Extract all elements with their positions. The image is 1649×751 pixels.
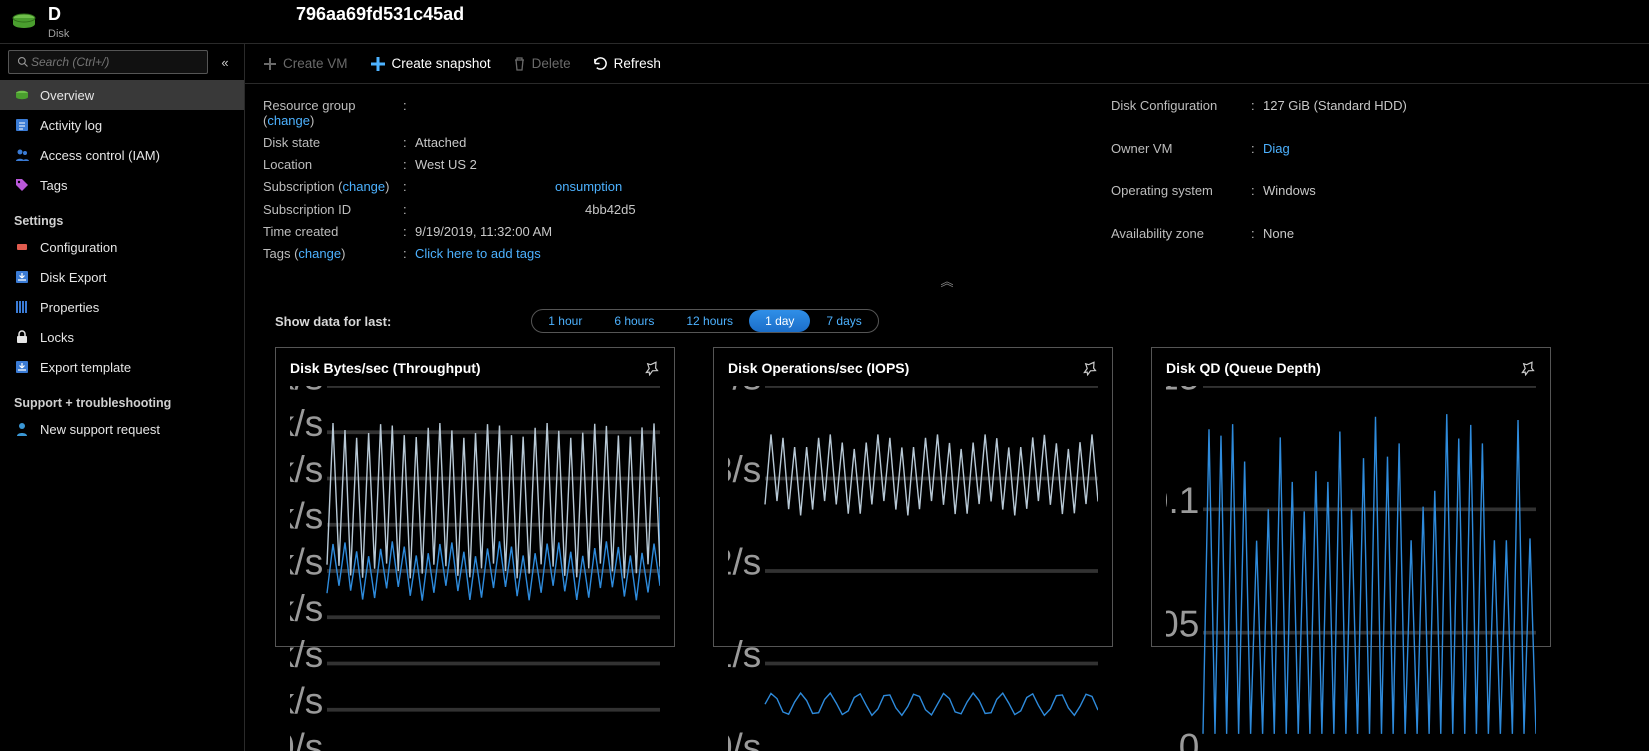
- change-link[interactable]: change: [267, 113, 310, 128]
- chart-card: Disk Bytes/sec (Throughput) 160k/s140k/s…: [275, 347, 675, 647]
- pin-icon[interactable]: [1517, 357, 1539, 379]
- disk-icon: [14, 87, 30, 103]
- time-range-option[interactable]: 6 hours: [598, 310, 670, 332]
- page-title: D796aa69fd531c45ad: [48, 4, 464, 25]
- time-range-option[interactable]: 7 days: [810, 310, 877, 332]
- sidebar-item-tags[interactable]: Tags: [0, 170, 244, 200]
- search-input-wrapper[interactable]: [8, 50, 208, 74]
- time-range-pills: 1 hour6 hours12 hours1 day7 days: [531, 309, 878, 333]
- sidebar-item-label: New support request: [40, 422, 160, 437]
- properties-panel: Resource group (change):Disk state:Attac…: [245, 84, 1649, 271]
- chart-plot[interactable]: 4/s3/s2/s1/s0/s6 PMOct 146 AM12 PM: [728, 386, 1098, 751]
- disk-icon: [10, 8, 38, 36]
- time-range-option[interactable]: 1 day: [749, 310, 810, 332]
- time-range-option[interactable]: 12 hours: [670, 310, 749, 332]
- create-snapshot-button[interactable]: Create snapshot: [370, 56, 491, 72]
- property-value: 9/19/2019, 11:32:00 AM: [415, 224, 1111, 239]
- people-icon: [14, 147, 30, 163]
- plus-icon: [370, 56, 386, 72]
- sidebar-item-support[interactable]: New support request: [0, 414, 244, 444]
- toolbar: Create VM Create snapshot Delete Refresh: [245, 44, 1649, 84]
- sidebar-item-label: Export template: [40, 360, 131, 375]
- sidebar-item-template[interactable]: Export template: [0, 352, 244, 382]
- sidebar-item-activity[interactable]: Activity log: [0, 110, 244, 140]
- sidebar-item-iam[interactable]: Access control (IAM): [0, 140, 244, 170]
- sidebar-item-label: Activity log: [40, 118, 102, 133]
- property-value: [415, 98, 1111, 114]
- property-value: 4bb42d5: [415, 202, 1111, 218]
- time-range-label: Show data for last:: [275, 314, 391, 329]
- delete-button: Delete: [513, 56, 571, 71]
- collapse-chevron-icon[interactable]: ︽: [245, 271, 1649, 289]
- chart-card: Disk QD (Queue Depth) 0.150.10.0506 PMOc…: [1151, 347, 1551, 647]
- sidebar: « Overview Activity log Access control (…: [0, 44, 245, 751]
- pin-icon[interactable]: [1079, 357, 1101, 379]
- property-link[interactable]: Diag: [1263, 141, 1290, 156]
- search-icon: [17, 56, 29, 68]
- sidebar-item-label: Locks: [40, 330, 74, 345]
- property-value: Diag: [1263, 141, 1631, 156]
- property-value: None: [1263, 226, 1631, 241]
- time-range-option[interactable]: 1 hour: [532, 310, 598, 332]
- create-vm-button: Create VM: [263, 56, 348, 71]
- property-value: onsumption: [415, 179, 1111, 195]
- plus-icon: [263, 57, 277, 71]
- property-value: 127 GiB (Standard HDD): [1263, 98, 1631, 113]
- change-link[interactable]: change: [342, 179, 385, 194]
- chart-title: Disk QD (Queue Depth): [1166, 360, 1321, 376]
- sidebar-item-properties[interactable]: Properties: [0, 292, 244, 322]
- search-input[interactable]: [29, 54, 199, 70]
- support-icon: [14, 421, 30, 437]
- property-value: West US 2: [415, 157, 1111, 172]
- property-value: Click here to add tags: [415, 246, 1111, 261]
- pin-icon[interactable]: [641, 357, 663, 379]
- sidebar-item-label: Configuration: [40, 240, 117, 255]
- chart-title: Disk Bytes/sec (Throughput): [290, 360, 481, 376]
- sidebar-item-label: Tags: [40, 178, 67, 193]
- sidebar-item-locks[interactable]: Locks: [0, 322, 244, 352]
- refresh-button[interactable]: Refresh: [593, 56, 661, 71]
- sidebar-item-label: Disk Export: [40, 270, 106, 285]
- chart-plot[interactable]: 0.150.10.0506 PMOct 146 AM12 PM: [1166, 386, 1536, 751]
- sidebar-item-overview[interactable]: Overview: [0, 80, 244, 110]
- collapse-sidebar-icon[interactable]: «: [214, 55, 236, 70]
- property-value: Windows: [1263, 183, 1631, 198]
- chart-plot[interactable]: 160k/s140k/s120k/s100k/s80k/s60k/s40k/s2…: [290, 386, 660, 751]
- page-header: D796aa69fd531c45ad Disk: [0, 0, 1649, 44]
- tag-icon: [14, 177, 30, 193]
- property-link[interactable]: Click here to add tags: [415, 246, 541, 261]
- change-link[interactable]: change: [298, 246, 341, 261]
- chart-card: Disk Operations/sec (IOPS) 4/s3/s2/s1/s0…: [713, 347, 1113, 647]
- sidebar-item-label: Overview: [40, 88, 94, 103]
- refresh-icon: [593, 56, 608, 71]
- page-subtitle: Disk: [48, 28, 69, 40]
- sidebar-item-label: Properties: [40, 300, 99, 315]
- chart-title: Disk Operations/sec (IOPS): [728, 360, 909, 376]
- download-icon: [14, 359, 30, 375]
- sidebar-item-configuration[interactable]: Configuration: [0, 232, 244, 262]
- sidebar-item-label: Access control (IAM): [40, 148, 160, 163]
- property-link[interactable]: onsumption: [555, 179, 622, 194]
- download-icon: [14, 269, 30, 285]
- sidebar-group-title: Settings: [0, 200, 244, 232]
- log-icon: [14, 117, 30, 133]
- lock-icon: [14, 329, 30, 345]
- trash-icon: [513, 57, 526, 71]
- sidebar-group-title: Support + troubleshooting: [0, 382, 244, 414]
- property-value: Attached: [415, 135, 1111, 150]
- gear-icon: [14, 239, 30, 255]
- sidebar-item-export[interactable]: Disk Export: [0, 262, 244, 292]
- props-icon: [14, 299, 30, 315]
